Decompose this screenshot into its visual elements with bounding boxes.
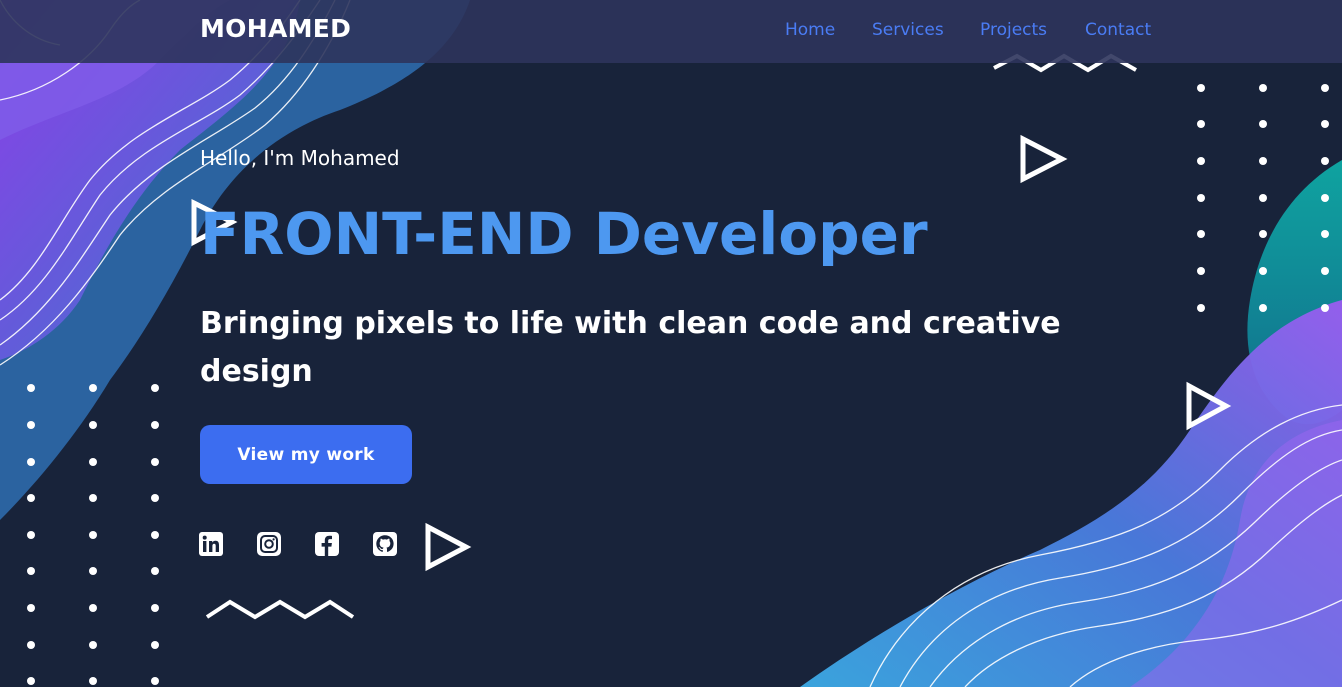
facebook-icon <box>315 532 339 556</box>
instagram-icon <box>257 532 281 556</box>
linkedin-link[interactable] <box>199 532 223 556</box>
github-icon <box>373 532 397 556</box>
nav-item-contact: Contact <box>1085 20 1151 40</box>
linkedin-icon <box>199 532 223 556</box>
facebook-link[interactable] <box>315 532 339 556</box>
top-navbar: MOHAMED Home Services Projects Contact <box>0 0 1342 63</box>
hero-greeting: Hello, I'm Mohamed <box>200 146 400 170</box>
site-logo[interactable]: MOHAMED <box>200 14 351 43</box>
nav-item-projects: Projects <box>980 20 1047 40</box>
nav-link-contact[interactable]: Contact <box>1085 20 1151 40</box>
nav-link-home[interactable]: Home <box>785 20 835 40</box>
hero-headline: FRONT-END Developer <box>200 200 928 268</box>
nav-item-services: Services <box>872 20 944 40</box>
nav-item-home: Home <box>785 20 835 40</box>
hero-tagline: Bringing pixels to life with clean code … <box>200 306 1061 389</box>
nav-link-services[interactable]: Services <box>872 20 944 40</box>
github-link[interactable] <box>373 532 397 556</box>
nav-link-projects[interactable]: Projects <box>980 20 1047 40</box>
instagram-link[interactable] <box>257 532 281 556</box>
view-my-work-button[interactable]: View my work <box>200 425 412 484</box>
